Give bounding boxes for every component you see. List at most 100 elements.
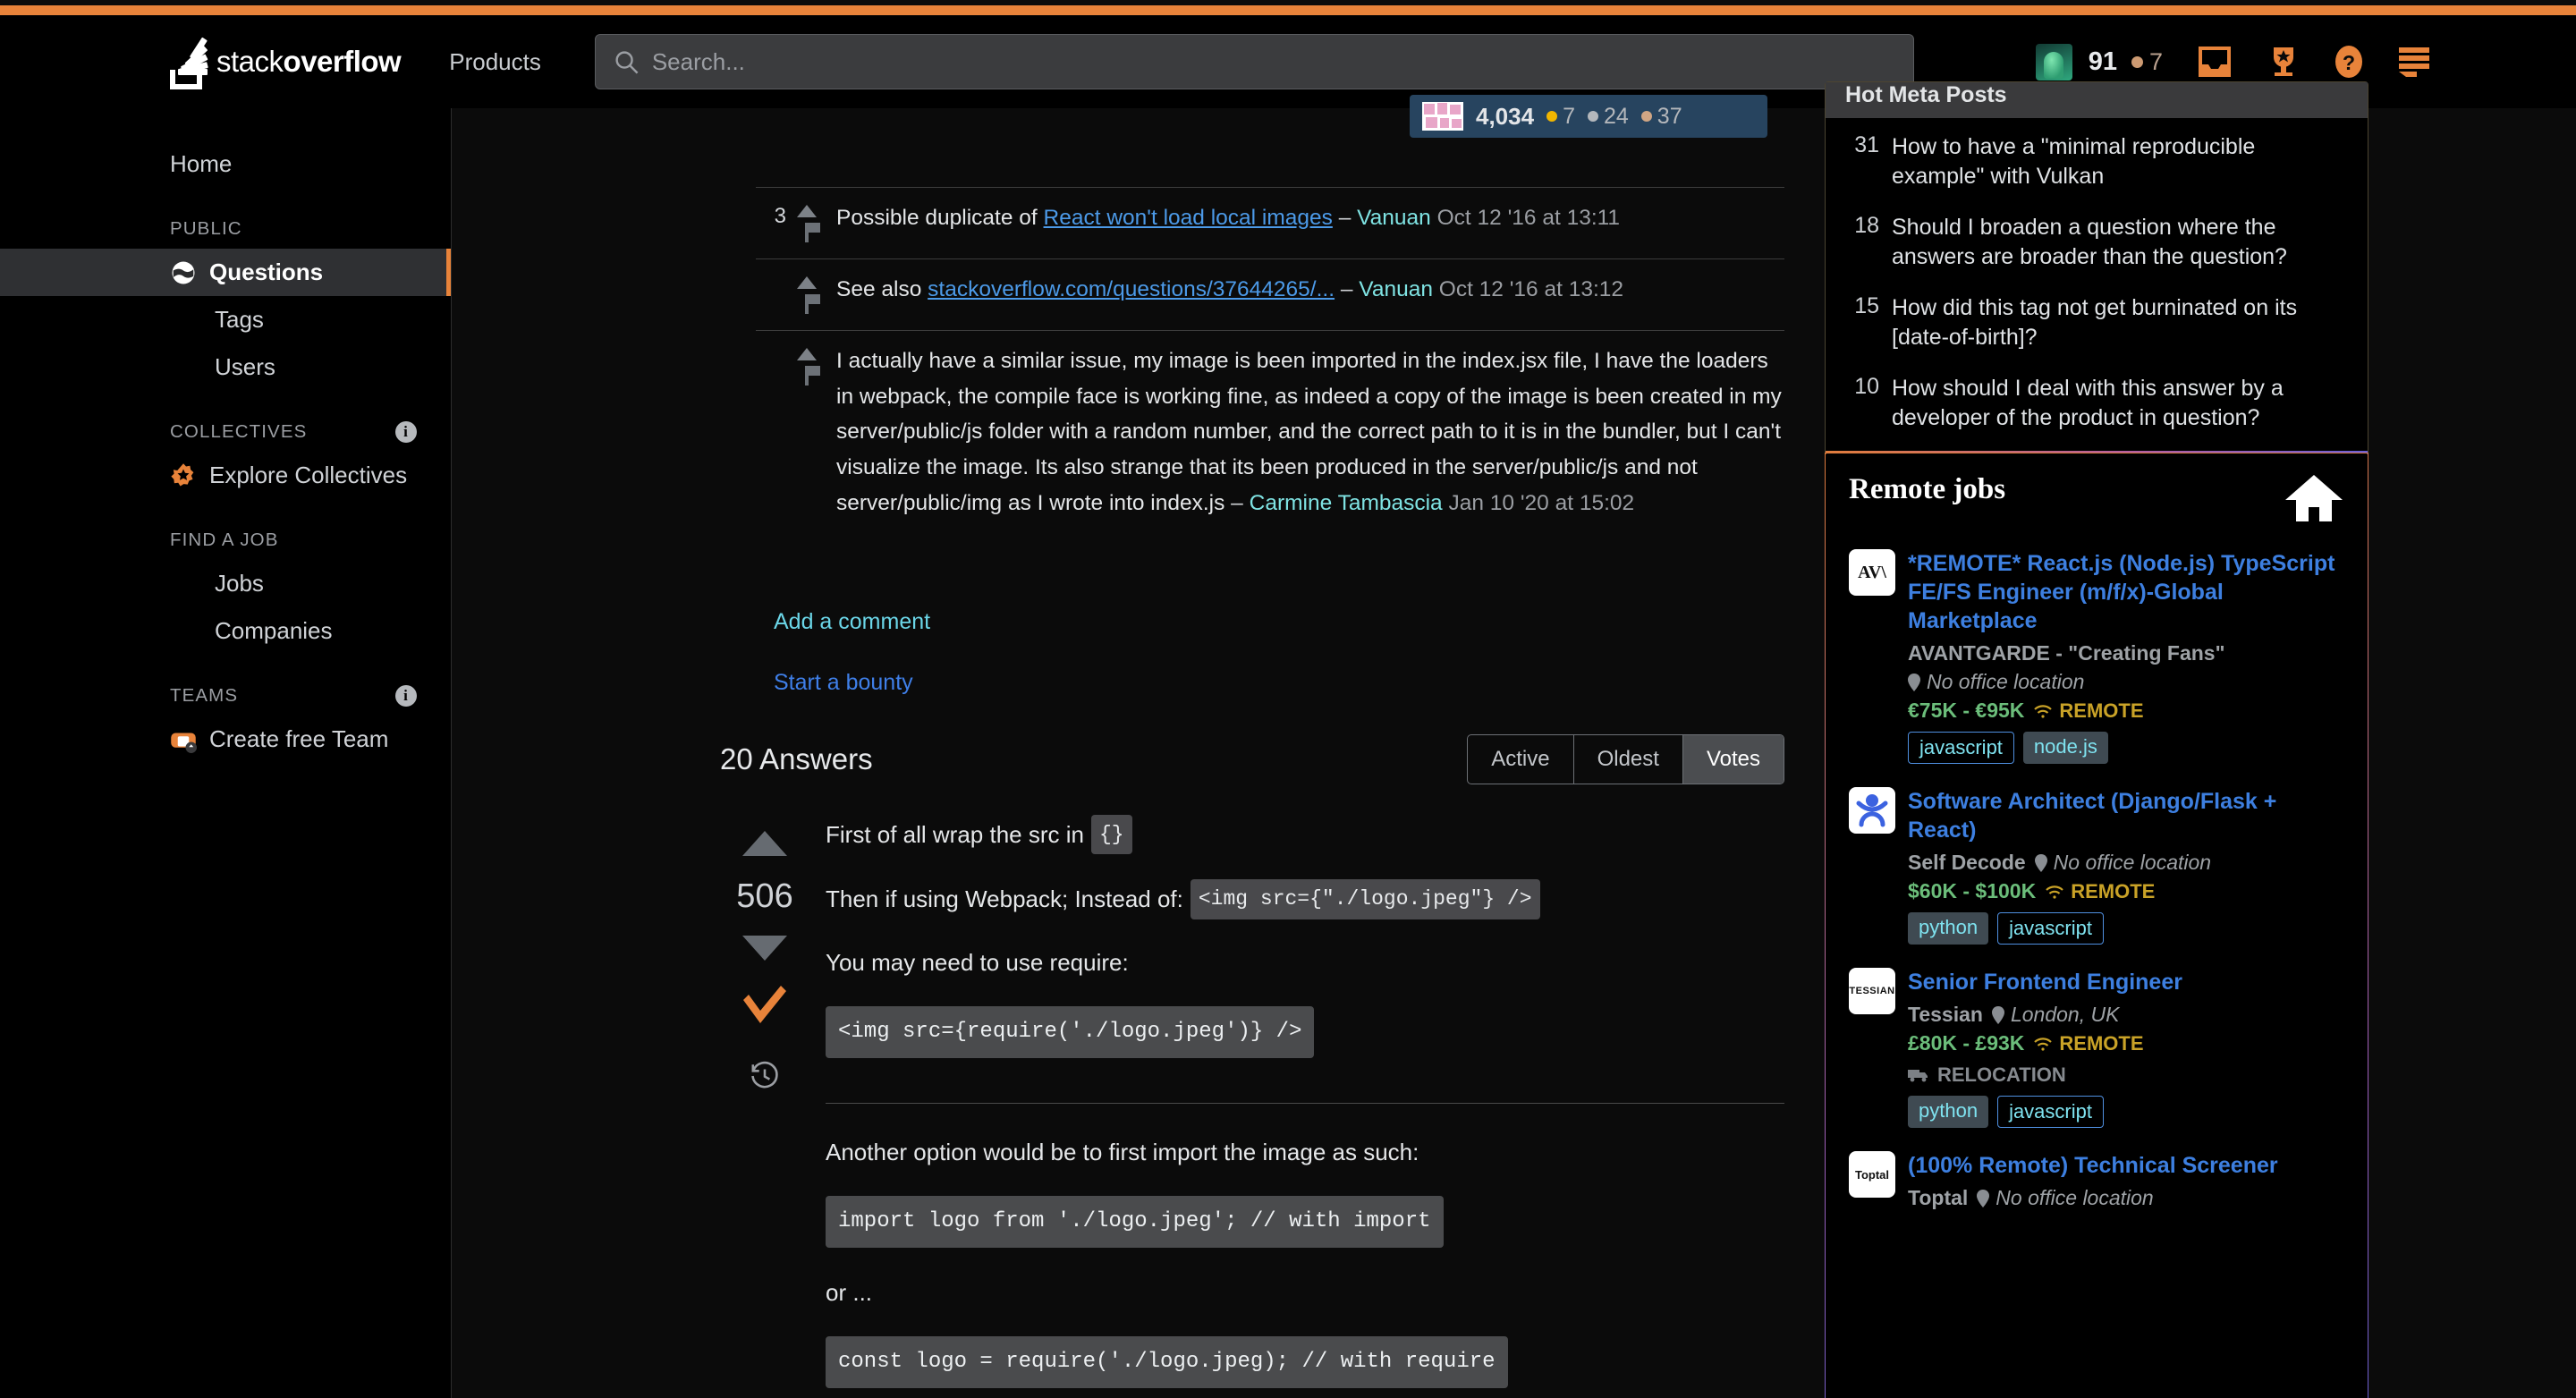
job-listing[interactable]: TESSIAN Senior Frontend Engineer Tessian… bbox=[1849, 968, 2344, 1128]
sidebar-item-home[interactable]: Home bbox=[0, 140, 451, 188]
hamburger-menu-button[interactable] bbox=[2397, 46, 2431, 78]
comment-item: 3 Possible duplicate of React won't load… bbox=[756, 187, 1784, 258]
info-icon[interactable]: i bbox=[395, 421, 417, 443]
site-logo[interactable]: stackoverflow bbox=[170, 34, 401, 89]
bronze-badge-group[interactable]: 7 bbox=[2131, 48, 2163, 76]
info-icon[interactable]: i bbox=[395, 685, 417, 707]
hamburger-icon bbox=[2397, 46, 2431, 78]
job-tag[interactable]: python bbox=[1908, 912, 1988, 945]
job-company-row: Self Decode No office location bbox=[1908, 851, 2344, 875]
help-icon: ? bbox=[2334, 45, 2363, 79]
comment-body: I actually have a similar issue, my imag… bbox=[827, 343, 1784, 521]
user-card[interactable]: 4,034 7 24 37 bbox=[1410, 95, 1767, 138]
comment-flag-icon[interactable] bbox=[805, 223, 809, 242]
job-tag[interactable]: python bbox=[1908, 1096, 1988, 1128]
accepted-answer-icon[interactable] bbox=[740, 984, 790, 1033]
job-location-text: No office location bbox=[1927, 670, 2084, 694]
downvote-button[interactable] bbox=[742, 936, 787, 961]
answer-line2-text: Then if using Webpack; Instead of: bbox=[826, 881, 1183, 918]
sidebar-item-label: Home bbox=[170, 150, 232, 178]
job-listing[interactable]: Toptal (100% Remote) Technical Screener … bbox=[1849, 1151, 2344, 1215]
job-tag[interactable]: node.js bbox=[2023, 732, 2108, 764]
answer-paragraph: You may need to use require: bbox=[826, 945, 1784, 981]
comment-link[interactable]: React won't load local images bbox=[1044, 206, 1333, 230]
history-clock-icon bbox=[749, 1060, 781, 1092]
achievements-button[interactable] bbox=[2267, 46, 2301, 78]
jobs-home-button[interactable] bbox=[2284, 473, 2344, 528]
sidebar-item-questions[interactable]: Questions bbox=[0, 249, 451, 296]
comment-link[interactable]: stackoverflow.com/questions/37644265/... bbox=[928, 277, 1335, 301]
comment-flag-icon[interactable] bbox=[805, 294, 809, 314]
sidebar-item-explore-collectives[interactable]: Explore Collectives bbox=[0, 452, 451, 499]
teams-briefcase-icon bbox=[170, 726, 197, 753]
nav-products[interactable]: Products bbox=[449, 48, 541, 76]
comment-author[interactable]: Vanuan bbox=[1357, 206, 1431, 230]
search-icon bbox=[614, 49, 640, 75]
job-company: AVANTGARDE - "Creating Fans" bbox=[1908, 641, 2224, 665]
start-bounty-link[interactable]: Start a bounty bbox=[774, 670, 913, 696]
upvote-button[interactable] bbox=[742, 831, 787, 856]
add-comment-link[interactable]: Add a comment bbox=[774, 609, 930, 635]
sidebar-item-users[interactable]: Users bbox=[0, 343, 451, 391]
job-details: (100% Remote) Technical Screener Toptal … bbox=[1908, 1151, 2344, 1215]
meta-post-score: 31 bbox=[1845, 132, 1892, 191]
sidebar-item-create-free-team[interactable]: Create free Team bbox=[0, 716, 451, 763]
answer-line5-text: or ... bbox=[826, 1275, 872, 1311]
tab-votes[interactable]: Votes bbox=[1683, 735, 1784, 784]
list-item[interactable]: 15 How did this tag not get burninated o… bbox=[1845, 293, 2348, 352]
code-block: <img src={require('./logo.jpeg')} /> bbox=[826, 1006, 1314, 1058]
reputation-count[interactable]: 91 bbox=[2089, 47, 2117, 77]
wifi-icon bbox=[2045, 885, 2064, 899]
comment-controls bbox=[786, 272, 827, 314]
comment-upvote-icon[interactable] bbox=[797, 348, 817, 360]
job-location-row: No office location bbox=[1908, 670, 2344, 694]
comment-author[interactable]: Vanuan bbox=[1359, 277, 1433, 301]
job-company-row: Toptal No office location bbox=[1908, 1186, 2344, 1210]
answer-sort-tabs: Active Oldest Votes bbox=[1467, 734, 1784, 784]
comment-flag-icon[interactable] bbox=[805, 366, 809, 386]
list-item[interactable]: 18 Should I broaden a question where the… bbox=[1845, 213, 2348, 272]
header-actions: 91 7 bbox=[2036, 44, 2431, 80]
job-tag[interactable]: javascript bbox=[1908, 732, 2014, 764]
list-item[interactable]: 31 How to have a "minimal reproducible e… bbox=[1845, 132, 2348, 191]
tab-oldest[interactable]: Oldest bbox=[1574, 735, 1683, 784]
hot-meta-posts-title: Hot Meta Posts bbox=[1826, 82, 2368, 118]
job-tag[interactable]: javascript bbox=[1997, 1096, 2104, 1128]
inbox-button[interactable] bbox=[2197, 47, 2233, 77]
job-location: London, UK bbox=[1992, 1003, 2119, 1027]
company-logo: Toptal bbox=[1849, 1151, 1895, 1198]
job-listing[interactable]: AV\ *REMOTE* React.js (Node.js) TypeScri… bbox=[1849, 549, 2344, 764]
code-block: import logo from './logo.jpeg'; // with … bbox=[826, 1196, 1444, 1248]
comment-upvote-icon[interactable] bbox=[797, 205, 817, 217]
job-remote-label: REMOTE bbox=[2059, 699, 2143, 723]
answer-paragraph: First of all wrap the src in {} bbox=[826, 815, 1784, 854]
sidebar-item-companies[interactable]: Companies bbox=[0, 607, 451, 655]
sidebar-item-tags[interactable]: Tags bbox=[0, 296, 451, 343]
job-title[interactable]: Senior Frontend Engineer bbox=[1908, 968, 2344, 996]
answer-history-button[interactable] bbox=[749, 1060, 781, 1097]
search-input[interactable]: Search... bbox=[595, 34, 1914, 89]
job-title[interactable]: *REMOTE* React.js (Node.js) TypeScript F… bbox=[1908, 549, 2344, 635]
tab-active[interactable]: Active bbox=[1468, 735, 1573, 784]
comment-author[interactable]: Carmine Tambascia bbox=[1250, 491, 1443, 515]
job-company: Tessian bbox=[1908, 1003, 1983, 1027]
selfdecode-logo-icon bbox=[1854, 792, 1890, 828]
remote-jobs-title: Remote jobs bbox=[1849, 473, 2005, 506]
help-button[interactable]: ? bbox=[2334, 45, 2363, 79]
job-tags: javascript node.js bbox=[1908, 732, 2344, 764]
job-title[interactable]: (100% Remote) Technical Screener bbox=[1908, 1151, 2344, 1180]
job-location: No office location bbox=[2035, 851, 2211, 875]
avatar[interactable] bbox=[2036, 44, 2072, 80]
comment-timestamp: Oct 12 '16 at 13:11 bbox=[1437, 206, 1620, 230]
list-item[interactable]: 10 How should I deal with this answer by… bbox=[1845, 374, 2348, 433]
comment-upvote-icon[interactable] bbox=[797, 276, 817, 289]
sidebar-item-jobs[interactable]: Jobs bbox=[0, 560, 451, 607]
sidebar-section-label: FIND A JOB bbox=[170, 530, 279, 551]
comment-dash: – bbox=[1333, 206, 1357, 230]
comment-prefix: Possible duplicate of bbox=[836, 206, 1044, 230]
job-tag[interactable]: javascript bbox=[1997, 912, 2104, 945]
job-listing[interactable]: Software Architect (Django/Flask + React… bbox=[1849, 787, 2344, 945]
job-company: Toptal bbox=[1908, 1186, 1968, 1210]
user-card-reputation: 4,034 bbox=[1476, 103, 1534, 131]
job-title[interactable]: Software Architect (Django/Flask + React… bbox=[1908, 787, 2344, 844]
